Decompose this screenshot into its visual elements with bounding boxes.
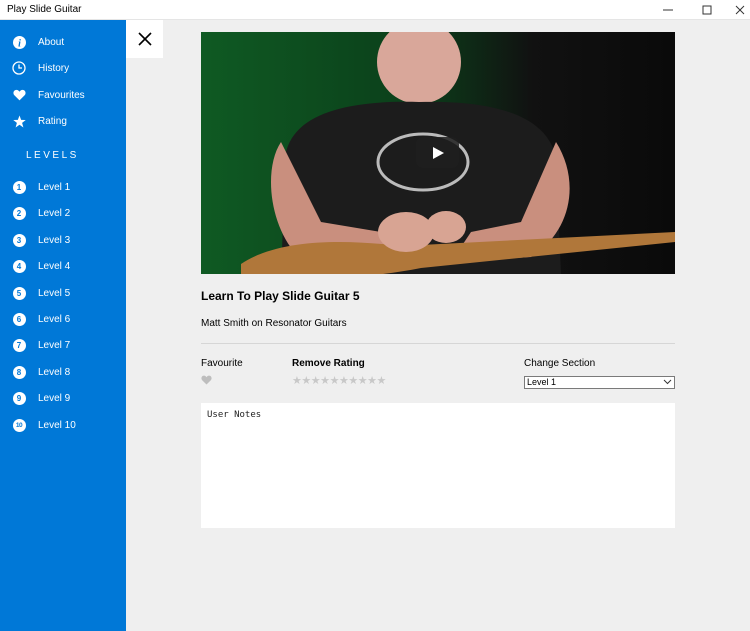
divider <box>201 343 675 344</box>
sidebar-item-label: Level 5 <box>38 287 71 299</box>
sidebar-item-level-9[interactable]: 9 Level 9 <box>0 388 126 408</box>
close-pane-button[interactable] <box>126 20 163 58</box>
level-number-icon: 9 <box>12 391 26 405</box>
user-notes-field[interactable]: User Notes <box>201 403 675 528</box>
star-icon[interactable]: ★ <box>330 376 340 387</box>
sidebar-item-level-10[interactable]: 10 Level 10 <box>0 415 126 435</box>
levels-heading: LEVELS <box>26 150 79 161</box>
favourite-label: Favourite <box>201 358 243 369</box>
close-icon <box>137 32 152 46</box>
star-icon[interactable]: ★ <box>377 376 387 387</box>
sidebar-item-label: Level 9 <box>38 392 71 404</box>
rating-stars[interactable]: ★ ★ ★ ★ ★ ★ ★ ★ ★ ★ <box>292 376 386 387</box>
play-button[interactable] <box>416 137 459 168</box>
star-icon <box>12 114 26 128</box>
sidebar-item-rating[interactable]: Rating <box>0 111 126 131</box>
maximize-button[interactable] <box>690 0 723 20</box>
sidebar-item-label: Level 4 <box>38 260 71 272</box>
level-number-icon: 6 <box>12 312 26 326</box>
window-close-button[interactable] <box>723 0 750 20</box>
level-number-icon: 5 <box>12 286 26 300</box>
sidebar-item-level-5[interactable]: 5 Level 5 <box>0 283 126 303</box>
sidebar: i About History Favourites Rating LEVELS… <box>0 20 126 631</box>
level-number-icon: 7 <box>12 338 26 352</box>
favourite-toggle[interactable] <box>201 375 212 388</box>
sidebar-item-level-1[interactable]: 1 Level 1 <box>0 177 126 197</box>
sidebar-item-label: About <box>38 36 65 48</box>
sidebar-item-level-2[interactable]: 2 Level 2 <box>0 203 126 223</box>
level-number-icon: 10 <box>12 418 26 432</box>
sidebar-item-level-6[interactable]: 6 Level 6 <box>0 309 126 329</box>
star-icon[interactable]: ★ <box>292 376 302 387</box>
maximize-icon <box>702 5 711 15</box>
sidebar-item-label: Level 1 <box>38 181 71 193</box>
heart-icon <box>201 375 212 385</box>
sidebar-item-favourites[interactable]: Favourites <box>0 85 126 105</box>
minimize-icon <box>662 9 673 11</box>
sidebar-item-label: Level 8 <box>38 366 71 378</box>
star-icon[interactable]: ★ <box>339 376 349 387</box>
play-icon <box>432 146 444 159</box>
video-subtitle: Matt Smith on Resonator Guitars <box>201 318 347 329</box>
heart-icon <box>12 88 26 102</box>
star-icon[interactable]: ★ <box>358 376 368 387</box>
level-number-icon: 2 <box>12 206 26 220</box>
chevron-down-icon <box>663 377 672 389</box>
sidebar-item-level-4[interactable]: 4 Level 4 <box>0 256 126 276</box>
sidebar-item-label: Level 2 <box>38 207 71 219</box>
info-icon: i <box>12 35 26 49</box>
star-icon[interactable]: ★ <box>348 376 358 387</box>
section-select-value: Level 1 <box>527 377 557 387</box>
clock-icon <box>12 61 26 75</box>
sidebar-item-label: Rating <box>38 115 67 127</box>
change-section-label: Change Section <box>524 358 596 369</box>
star-icon[interactable]: ★ <box>301 376 311 387</box>
sidebar-item-level-3[interactable]: 3 Level 3 <box>0 230 126 250</box>
star-icon[interactable]: ★ <box>367 376 377 387</box>
remove-rating-button[interactable]: Remove Rating <box>292 358 365 369</box>
sidebar-item-label: History <box>38 62 70 74</box>
minimize-button[interactable] <box>651 0 684 20</box>
level-number-icon: 4 <box>12 259 26 273</box>
close-icon <box>735 5 744 15</box>
sidebar-item-label: Favourites <box>38 89 85 101</box>
section-select[interactable]: Level 1 <box>524 376 675 389</box>
level-number-icon: 1 <box>12 180 26 194</box>
level-number-icon: 3 <box>12 233 26 247</box>
level-number-icon: 8 <box>12 365 26 379</box>
sidebar-item-label: Level 7 <box>38 339 71 351</box>
sidebar-item-level-8[interactable]: 8 Level 8 <box>0 362 126 382</box>
window-title: Play Slide Guitar <box>7 4 82 15</box>
star-icon[interactable]: ★ <box>320 376 330 387</box>
sidebar-item-about[interactable]: i About <box>0 32 126 52</box>
sidebar-item-label: Level 3 <box>38 234 71 246</box>
sidebar-item-history[interactable]: History <box>0 58 126 78</box>
sidebar-item-label: Level 10 <box>38 419 76 431</box>
star-icon[interactable]: ★ <box>311 376 321 387</box>
video-title: Learn To Play Slide Guitar 5 <box>201 289 360 303</box>
svg-text:i: i <box>18 38 21 49</box>
sidebar-item-label: Level 6 <box>38 313 71 325</box>
title-bar: Play Slide Guitar <box>0 0 750 20</box>
sidebar-item-level-7[interactable]: 7 Level 7 <box>0 335 126 355</box>
